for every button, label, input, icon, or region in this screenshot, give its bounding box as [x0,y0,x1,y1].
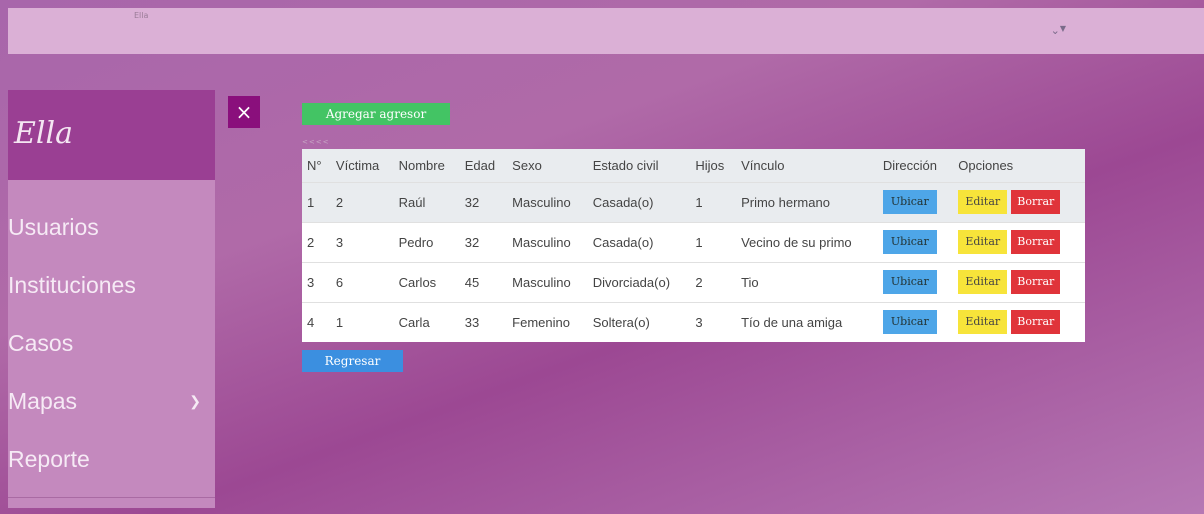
edit-button[interactable]: Editar [958,270,1008,294]
cell-estado-civil: Casada(o) [592,234,654,250]
cell-victima: 3 [335,234,344,250]
sidebar-item-usuarios[interactable]: Usuarios [8,198,215,256]
back-button[interactable]: Regresar [302,350,403,372]
edit-button[interactable]: Editar [958,190,1008,214]
cell-estado-civil: Casada(o) [592,194,654,210]
sidebar: Ella Usuarios Instituciones Casos Mapas ❯… [8,90,215,508]
chevron-down-icon[interactable]: ❯ [189,372,201,430]
locate-button[interactable]: Ubicar [882,310,937,335]
chevron-down-icon: ⌄ [1050,24,1060,37]
column-header-sexo: Sexo [512,157,542,173]
column-header-opciones: Opciones [958,157,1014,173]
cell-sexo: Masculino [512,194,571,210]
cell-hijos: 2 [695,274,703,290]
cell-sexo: Masculino [512,274,571,290]
sidebar-logo[interactable]: Ella [14,116,73,151]
cell-opciones: Editar Borrar [953,222,1085,262]
cell-nombre: Raúl [398,194,426,210]
table-row: 2 3 Pedro 32 Masculino Casada(o) 1 Vecin… [302,222,1085,262]
close-sidebar-button[interactable]: × [228,96,260,128]
delete-button[interactable]: Borrar [1011,310,1061,335]
cell-victima: 6 [335,274,344,290]
table-row: 1 2 Raúl 32 Masculino Casada(o) 1 Primo … [302,182,1085,222]
cell-n: 2 [307,234,315,250]
sidebar-item-instituciones[interactable]: Instituciones [8,256,215,314]
cell-n: 4 [307,314,315,330]
cell-opciones: Editar Borrar [953,182,1085,222]
cell-n: 1 [307,194,315,210]
cell-nombre: Carlos [398,274,437,290]
delete-button[interactable]: Borrar [1011,230,1061,254]
cell-direccion: Ubicar [878,302,953,342]
cell-nombre: Carla [398,314,430,330]
cell-direccion: Ubicar [878,182,953,222]
caret-down-icon: ▼ [1059,24,1066,33]
delete-button[interactable]: Borrar [1011,190,1061,214]
sidebar-item-label: Usuarios [8,214,99,240]
cell-sexo: Femenino [512,314,570,330]
add-aggressor-button[interactable]: Agregar agresor [302,103,450,125]
cell-direccion: Ubicar [878,262,953,302]
cell-victima: 2 [335,194,344,210]
cell-sexo: Masculino [512,234,571,250]
column-header-direccion: Dirección [882,157,937,173]
cell-nombre: Pedro [398,234,434,250]
sidebar-item-label: Mapas [8,388,78,414]
cell-vinculo: Tío de una amiga [741,314,843,330]
close-icon: × [235,100,253,124]
table-row: 3 6 Carlos 45 Masculino Divorciada(o) 2 … [302,262,1085,302]
locate-button[interactable]: Ubicar [882,270,937,294]
column-header-vinculo: Vínculo [741,157,785,173]
aggressors-table: N° Víctima Nombre Edad Sexo Estado civil… [302,149,1085,342]
user-menu-toggle[interactable]: ⌄▼ [1051,24,1066,37]
cell-edad: 32 [464,194,480,210]
sidebar-divider [8,497,215,498]
sidebar-item-label: Instituciones [8,272,136,298]
navbar-brand[interactable]: Ella [134,11,148,20]
column-header-hijos: Hijos [695,157,725,173]
sidebar-item-mapas[interactable]: Mapas ❯ [8,372,215,430]
cell-direccion: Ubicar [878,222,953,262]
locate-button[interactable]: Ubicar [882,190,937,214]
cell-estado-civil: Soltera(o) [592,314,650,330]
cell-vinculo: Vecino de su primo [741,234,852,250]
column-header-nombre: Nombre [398,157,445,173]
sidebar-item-reporte[interactable]: Reporte [8,430,215,488]
cell-edad: 45 [464,274,480,290]
table-row: 4 1 Carla 33 Femenino Soltera(o) 3 Tío d… [302,302,1085,342]
locate-button[interactable]: Ubicar [882,230,937,254]
cell-edad: 33 [464,314,480,330]
aggressors-table-container: N° Víctima Nombre Edad Sexo Estado civil… [302,149,1085,342]
delete-button[interactable]: Borrar [1011,270,1061,294]
top-navbar: Ella ⌄▼ [8,8,1204,54]
sidebar-nav: Usuarios Instituciones Casos Mapas ❯ Repo… [8,198,215,488]
edit-button[interactable]: Editar [958,230,1008,254]
column-header-n: N° [307,157,322,173]
cell-victima: 1 [335,314,344,330]
sidebar-item-casos[interactable]: Casos [8,314,215,372]
cell-estado-civil: Divorciada(o) [592,274,671,290]
column-header-estado-civil: Estado civil [592,157,659,173]
table-header-row: N° Víctima Nombre Edad Sexo Estado civil… [302,149,1085,182]
pager-previous-link[interactable]: <<<< [302,138,329,146]
cell-hijos: 1 [695,194,703,210]
column-header-victima: Víctima [335,157,380,173]
cell-hijos: 3 [695,314,703,330]
sidebar-item-label: Reporte [8,446,90,472]
cell-n: 3 [307,274,315,290]
edit-button[interactable]: Editar [958,310,1008,335]
cell-vinculo: Tio [741,274,759,290]
sidebar-logo-box: Ella [8,90,215,180]
cell-hijos: 1 [695,234,703,250]
column-header-edad: Edad [464,157,496,173]
cell-opciones: Editar Borrar [953,262,1085,302]
cell-edad: 32 [464,234,480,250]
cell-opciones: Editar Borrar [953,302,1085,342]
sidebar-item-label: Casos [8,330,74,356]
cell-vinculo: Primo hermano [741,194,830,210]
